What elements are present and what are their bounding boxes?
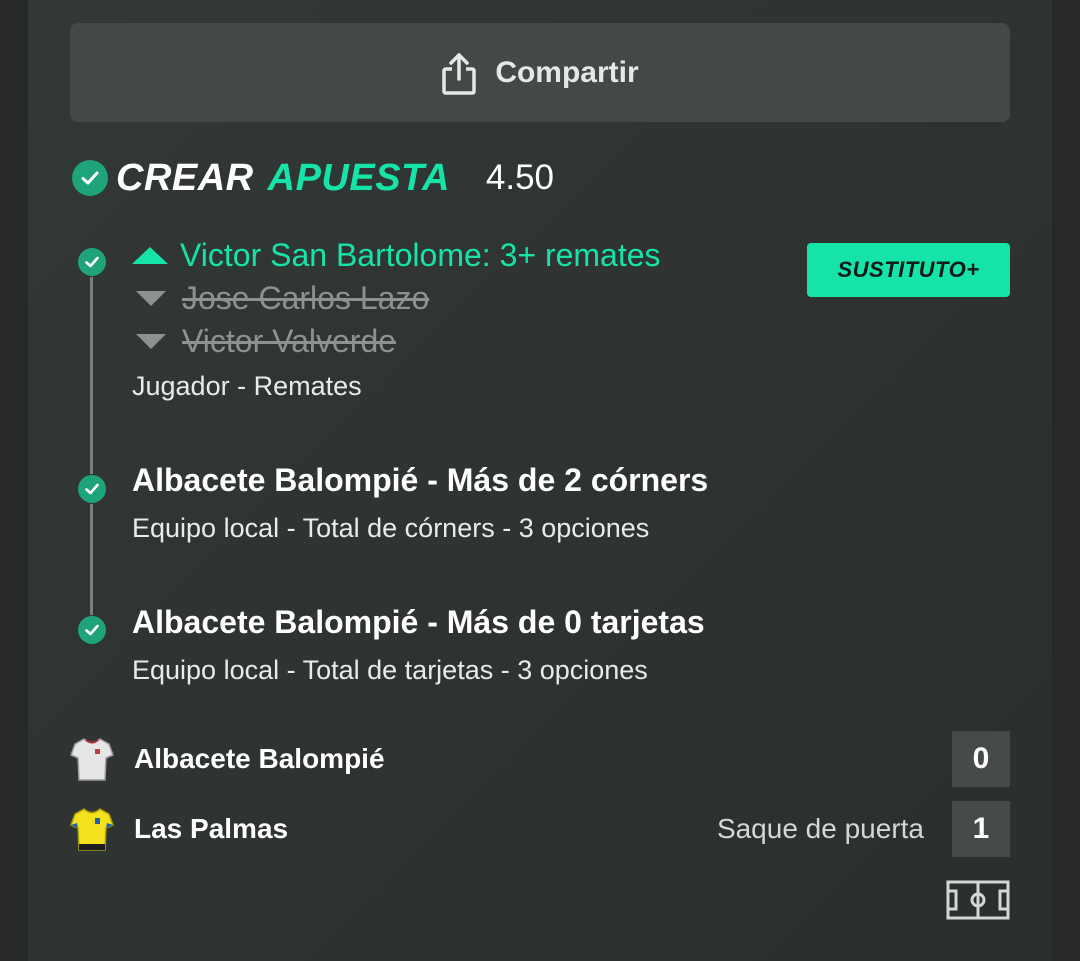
score-home: 0 (952, 731, 1010, 787)
selection-struck-row: Jose Carlos Lazo (132, 277, 661, 320)
away-shirt-icon (70, 806, 114, 852)
team-name-home: Albacete Balompié (134, 743, 385, 774)
pitch-icon[interactable] (946, 880, 1010, 920)
share-icon (441, 51, 477, 95)
team-row-away: Las Palmas Saque de puerta 1 (70, 801, 1010, 857)
selection-struck-row: Victor Valverde (132, 320, 661, 363)
score-away: 1 (952, 801, 1010, 857)
team-name-away: Las Palmas (134, 813, 289, 844)
check-circle-icon (77, 247, 107, 277)
selection-player-shots[interactable]: Victor San Bartolome: 3+ remates Jose Ca… (132, 234, 661, 402)
selection-market: Equipo local - Total de tarjetas - 3 opc… (132, 655, 648, 685)
crear-label: CREAR (116, 156, 254, 199)
bet-card: Compartir CREAR APUESTA 4.50 SUSTITUTO+ … (28, 0, 1052, 961)
share-label: Compartir (495, 55, 639, 89)
selection-corners[interactable]: Albacete Balompié - Más de 2 córners Equ… (132, 462, 708, 544)
selection-active-label: Victor San Bartolome: 3+ remates (180, 237, 661, 273)
check-circle-icon (77, 615, 107, 645)
live-event-text: Saque de puerta (716, 813, 924, 844)
selection-market: Jugador - Remates (132, 371, 362, 401)
check-circle-icon (72, 160, 108, 196)
bet-builder-header: CREAR APUESTA 4.50 (72, 155, 554, 201)
arrow-up-icon (132, 247, 168, 264)
share-button[interactable]: Compartir (70, 23, 1010, 122)
timeline-line (90, 262, 93, 628)
arrow-down-icon (136, 291, 166, 306)
selection-struck-label: Victor Valverde (182, 323, 397, 359)
selection-market: Equipo local - Total de córners - 3 opci… (132, 513, 650, 543)
selection-title: Albacete Balompié - Más de 0 tarjetas (132, 604, 705, 640)
check-circle-icon (77, 474, 107, 504)
selection-title: Albacete Balompié - Más de 2 córners (132, 462, 709, 498)
home-shirt-icon (70, 736, 114, 782)
odds-value: 4.50 (485, 158, 555, 197)
selection-active-row: Victor San Bartolome: 3+ remates (132, 234, 661, 277)
sustituto-badge[interactable]: SUSTITUTO+ (807, 243, 1010, 297)
arrow-down-icon (136, 334, 166, 349)
selection-cards[interactable]: Albacete Balompié - Más de 0 tarjetas Eq… (132, 604, 705, 686)
selection-struck-label: Jose Carlos Lazo (182, 280, 430, 316)
team-row-home: Albacete Balompié 0 (70, 731, 1010, 787)
apuesta-label: APUESTA (267, 156, 450, 199)
